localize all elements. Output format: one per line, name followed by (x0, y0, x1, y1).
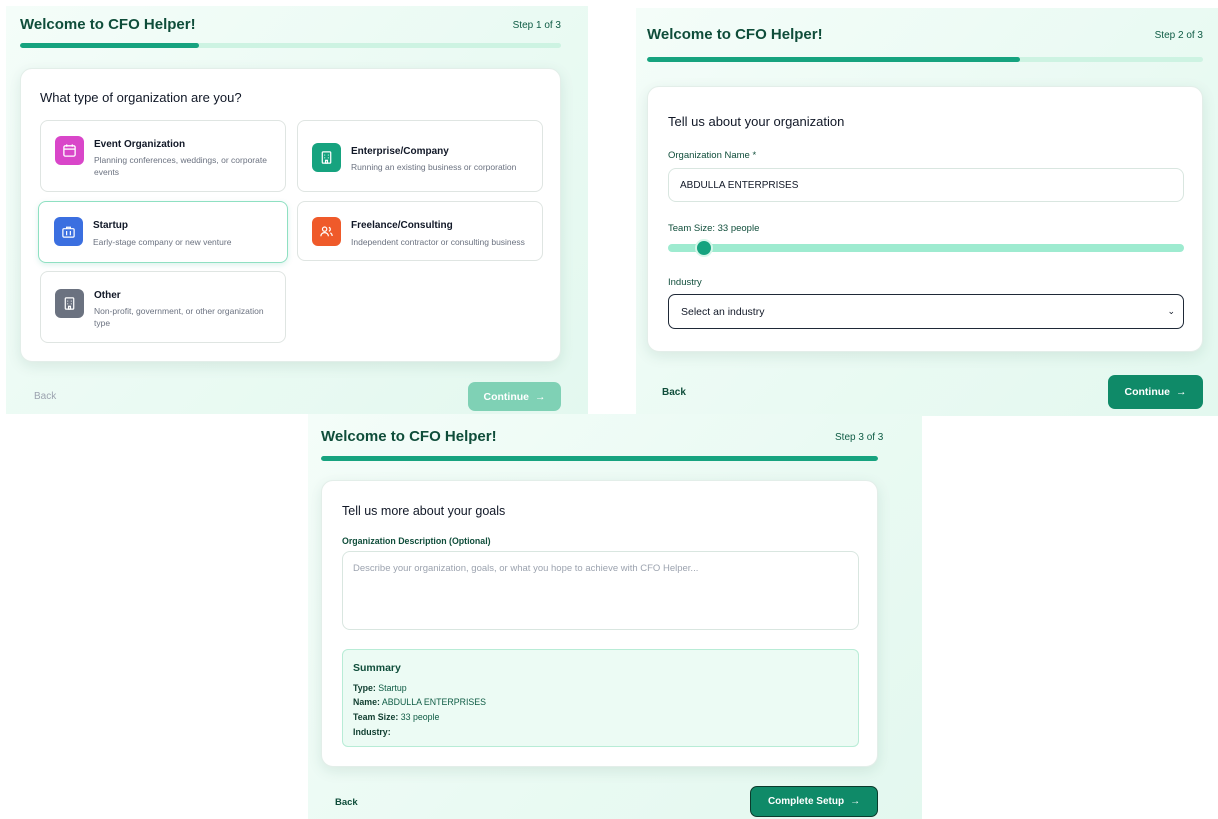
calendar-icon (55, 136, 84, 165)
page-title: Welcome to CFO Helper! (321, 428, 497, 445)
option-enterprise-company[interactable]: Enterprise/Company Running an existing b… (297, 120, 543, 192)
summary-industry-key: Industry: (353, 727, 391, 737)
team-size-label: Team Size: 33 people (668, 223, 760, 234)
page-title: Welcome to CFO Helper! (20, 16, 196, 33)
option-description: Planning conferences, weddings, or corpo… (94, 155, 267, 177)
industry-select[interactable]: Select an industry ⌄ (668, 294, 1184, 329)
continue-label: Continue (1124, 386, 1171, 398)
option-description: Non-profit, government, or other organiz… (94, 306, 264, 328)
summary-type-key: Type: (353, 683, 376, 693)
option-description: Running an existing business or corporat… (351, 162, 517, 172)
option-label: Other (94, 290, 121, 301)
progress-fill (321, 456, 878, 461)
progress-fill (20, 43, 199, 48)
arrow-right-icon: → (850, 796, 861, 807)
option-label: Enterprise/Company (351, 146, 449, 157)
step3-screen: Welcome to CFO Helper! Step 3 of 3 Tell … (308, 414, 922, 819)
step1-screen: Welcome to CFO Helper! Step 1 of 3 What … (6, 6, 588, 414)
summary-team-size: Team Size: 33 people (353, 712, 439, 722)
option-description: Early-stage company or new venture (93, 237, 232, 247)
users-icon (312, 217, 341, 246)
card-heading: Tell us about your organization (668, 114, 845, 129)
page-title: Welcome to CFO Helper! (647, 26, 823, 43)
back-button[interactable]: Back (335, 797, 358, 808)
step-indicator: Step 1 of 3 (512, 20, 561, 31)
summary-industry: Industry: (353, 727, 391, 737)
organization-name-label: Organization Name * (668, 150, 757, 161)
goals-card: Tell us more about your goals Organizati… (321, 480, 878, 767)
step-indicator: Step 2 of 3 (1154, 30, 1203, 41)
back-button[interactable]: Back (662, 387, 686, 398)
description-textarea[interactable]: Describe your organization, goals, or wh… (342, 551, 859, 630)
building-icon (55, 289, 84, 318)
arrow-right-icon: → (1176, 386, 1187, 398)
continue-button[interactable]: Continue → (468, 382, 561, 411)
briefcase-icon (54, 217, 83, 246)
card-heading: What type of organization are you? (40, 90, 242, 105)
team-size-slider-thumb[interactable] (697, 241, 712, 255)
back-button[interactable]: Back (34, 391, 56, 402)
progress-bar (321, 456, 878, 461)
continue-label: Continue (483, 390, 530, 403)
organization-details-card: Tell us about your organization Organiza… (647, 86, 1203, 352)
option-startup[interactable]: Startup Early-stage company or new ventu… (38, 201, 288, 263)
summary-type: Type: Startup (353, 683, 407, 693)
option-other[interactable]: Other Non-profit, government, or other o… (40, 271, 286, 343)
summary-name-value: ABDULLA ENTERPRISES (381, 697, 486, 707)
description-label: Organization Description (Optional) (342, 536, 491, 546)
organization-name-input[interactable]: ABDULLA ENTERPRISES (668, 168, 1184, 202)
option-label: Startup (93, 220, 128, 231)
progress-bar (20, 43, 561, 48)
progress-bar (647, 57, 1203, 62)
summary-name-key: Name: (353, 697, 380, 707)
summary-team-value: 33 people (400, 712, 440, 722)
summary-name: Name: ABDULLA ENTERPRISES (353, 697, 486, 707)
option-label: Event Organization (94, 139, 186, 150)
card-heading: Tell us more about your goals (342, 504, 506, 518)
summary-title: Summary (353, 662, 401, 674)
summary-team-key: Team Size: (353, 712, 399, 722)
progress-fill (647, 57, 1020, 62)
option-freelance-consulting[interactable]: Freelance/Consulting Independent contrac… (297, 201, 543, 261)
chevron-down-icon: ⌄ (1167, 306, 1175, 316)
complete-setup-label: Complete Setup (767, 796, 845, 807)
industry-select-value: Select an industry (681, 305, 765, 318)
org-type-card: What type of organization are you? Event… (20, 68, 561, 362)
summary-box: Summary Type: Startup Name: ABDULLA ENTE… (342, 649, 859, 747)
complete-setup-button[interactable]: Complete Setup → (750, 786, 878, 817)
industry-label: Industry (668, 277, 702, 288)
team-size-slider[interactable] (668, 244, 1184, 252)
building-icon (312, 143, 341, 172)
step-indicator: Step 3 of 3 (835, 432, 884, 443)
arrow-right-icon: → (535, 390, 546, 403)
option-event-organization[interactable]: Event Organization Planning conferences,… (40, 120, 286, 192)
continue-button[interactable]: Continue → (1108, 375, 1203, 409)
option-description: Independent contractor or consulting bus… (351, 237, 525, 247)
option-label: Freelance/Consulting (351, 220, 453, 231)
summary-type-value: Startup (378, 683, 407, 693)
step2-screen: Welcome to CFO Helper! Step 2 of 3 Tell … (636, 8, 1218, 416)
